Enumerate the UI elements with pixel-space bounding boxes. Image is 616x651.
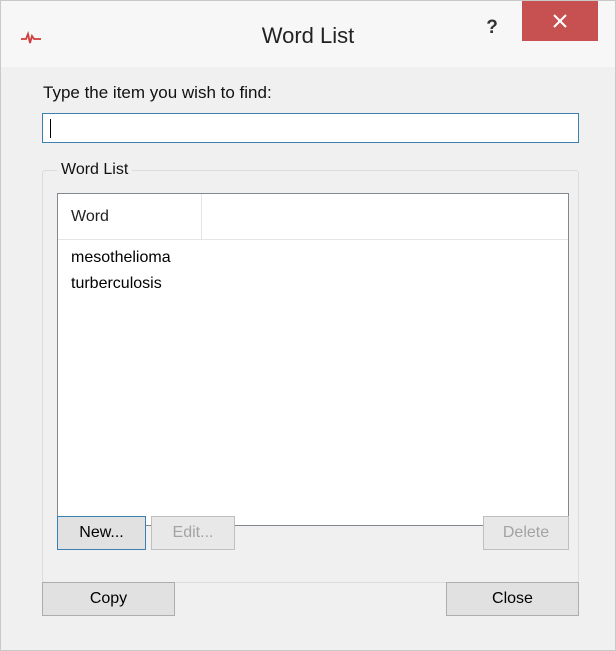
word-list-view[interactable]: Word mesothelioma turberculosis <box>57 193 569 526</box>
word-list-dialog: Word List ? Type the item you wish to fi… <box>0 0 616 651</box>
find-input[interactable] <box>42 113 579 143</box>
text-caret <box>50 119 51 138</box>
close-button[interactable]: Close <box>446 582 579 616</box>
close-x-icon <box>553 14 567 28</box>
window-close-button[interactable] <box>522 1 598 41</box>
new-button[interactable]: New... <box>57 516 146 550</box>
help-button[interactable]: ? <box>481 15 503 41</box>
list-item[interactable]: turberculosis <box>71 275 162 293</box>
copy-button[interactable]: Copy <box>42 582 175 616</box>
list-item[interactable]: mesothelioma <box>71 249 171 267</box>
word-list-group-label: Word List <box>57 161 133 179</box>
list-header: Word <box>58 194 568 240</box>
column-header-word[interactable]: Word <box>58 194 202 239</box>
dialog-body: Type the item you wish to find: Word Lis… <box>9 67 607 642</box>
edit-button[interactable]: Edit... <box>151 516 235 550</box>
title-bar[interactable]: Word List ? <box>1 1 615 67</box>
delete-button[interactable]: Delete <box>483 516 569 550</box>
find-prompt-label: Type the item you wish to find: <box>43 83 272 102</box>
